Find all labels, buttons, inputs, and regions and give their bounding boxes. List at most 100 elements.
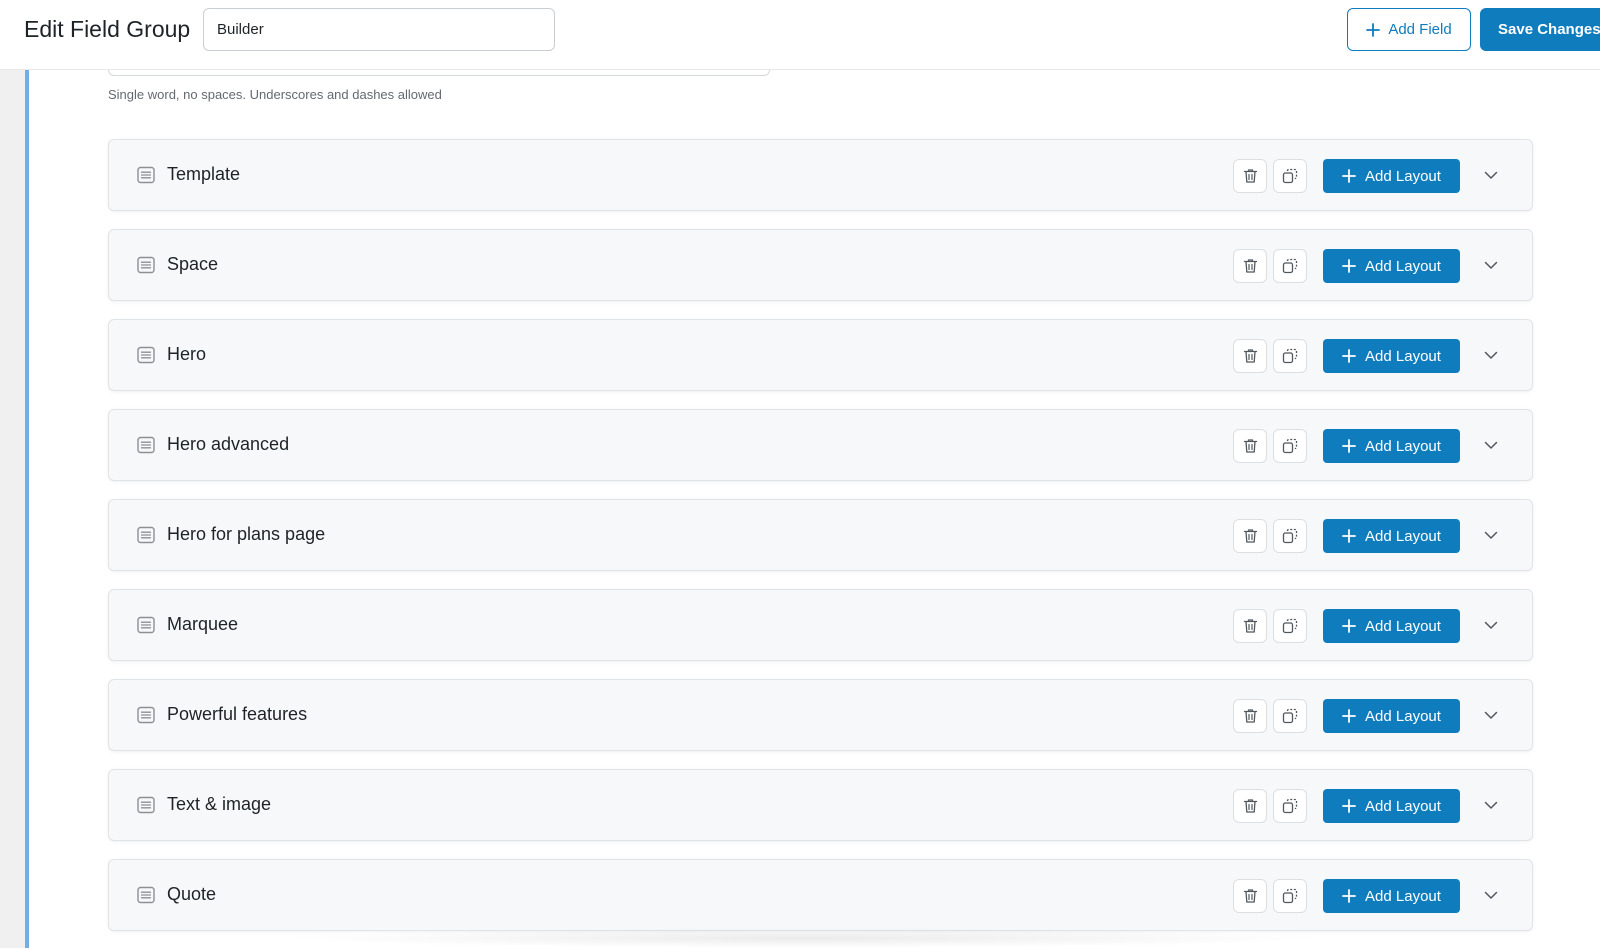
list-icon xyxy=(137,886,155,904)
add-field-label: Add Field xyxy=(1388,21,1452,38)
duplicate-layout-button[interactable] xyxy=(1273,339,1307,373)
plus-icon xyxy=(1342,709,1356,723)
layout-label: Marquee xyxy=(167,614,239,634)
layout-label: Hero advanced xyxy=(167,434,290,454)
chevron-down-icon[interactable] xyxy=(1479,613,1503,637)
delete-layout-button[interactable] xyxy=(1233,879,1267,913)
layout-row: Hero Add Layout xyxy=(108,319,1533,391)
add-layout-label: Add Layout xyxy=(1365,167,1441,185)
layout-label: Quote xyxy=(167,884,217,904)
list-icon xyxy=(137,346,155,364)
delete-layout-button[interactable] xyxy=(1233,339,1267,373)
delete-layout-button[interactable] xyxy=(1233,159,1267,193)
duplicate-layout-button[interactable] xyxy=(1273,159,1307,193)
trash-icon xyxy=(1243,529,1257,543)
duplicate-layout-button[interactable] xyxy=(1273,789,1307,823)
layout-row: Template Add Layout xyxy=(108,139,1533,211)
layout-label: Hero for plans page xyxy=(167,524,326,544)
list-icon xyxy=(137,616,155,634)
duplicate-layout-button[interactable] xyxy=(1273,699,1307,733)
page-title: Edit Field Group xyxy=(24,16,191,42)
add-layout-label: Add Layout xyxy=(1365,887,1441,905)
plus-icon xyxy=(1342,169,1356,183)
duplicate-icon xyxy=(1282,618,1298,634)
plus-icon xyxy=(1342,439,1356,453)
field-name-hint: Single word, no spaces. Underscores and … xyxy=(108,87,442,102)
layout-label: Text & image xyxy=(167,794,272,814)
trash-icon xyxy=(1243,169,1257,183)
add-layout-button[interactable]: Add Layout xyxy=(1323,519,1460,553)
chevron-down-icon[interactable] xyxy=(1479,793,1503,817)
layout-row: Marquee Add Layout xyxy=(108,589,1533,661)
plus-icon xyxy=(1342,889,1356,903)
add-layout-button[interactable]: Add Layout xyxy=(1323,249,1460,283)
add-layout-label: Add Layout xyxy=(1365,707,1441,725)
trash-icon xyxy=(1243,709,1257,723)
add-layout-button[interactable]: Add Layout xyxy=(1323,609,1460,643)
list-icon xyxy=(137,166,155,184)
add-layout-label: Add Layout xyxy=(1365,347,1441,365)
add-layout-label: Add Layout xyxy=(1365,437,1441,455)
list-icon xyxy=(137,796,155,814)
delete-layout-button[interactable] xyxy=(1233,519,1267,553)
chevron-down-icon[interactable] xyxy=(1479,703,1503,727)
duplicate-layout-button[interactable] xyxy=(1273,609,1307,643)
left-gutter xyxy=(0,69,25,948)
trash-icon xyxy=(1243,349,1257,363)
duplicate-layout-button[interactable] xyxy=(1273,249,1307,283)
add-layout-label: Add Layout xyxy=(1365,527,1441,545)
duplicate-icon xyxy=(1282,168,1298,184)
add-field-button[interactable]: Add Field xyxy=(1347,8,1471,51)
plus-icon xyxy=(1342,529,1356,543)
add-layout-button[interactable]: Add Layout xyxy=(1323,789,1460,823)
save-changes-button[interactable]: Save Changes xyxy=(1480,8,1600,51)
chevron-down-icon[interactable] xyxy=(1479,433,1503,457)
field-group-title-input[interactable] xyxy=(203,8,555,51)
delete-layout-button[interactable] xyxy=(1233,429,1267,463)
trash-icon xyxy=(1243,619,1257,633)
layout-label: Template xyxy=(167,164,241,184)
duplicate-icon xyxy=(1282,888,1298,904)
chevron-down-icon[interactable] xyxy=(1479,523,1503,547)
list-icon xyxy=(137,526,155,544)
duplicate-icon xyxy=(1282,258,1298,274)
chevron-down-icon[interactable] xyxy=(1479,883,1503,907)
chevron-down-icon[interactable] xyxy=(1479,343,1503,367)
duplicate-icon xyxy=(1282,798,1298,814)
plus-icon xyxy=(1342,799,1356,813)
add-layout-label: Add Layout xyxy=(1365,797,1441,815)
list-icon xyxy=(137,256,155,274)
add-layout-label: Add Layout xyxy=(1365,617,1441,635)
chevron-down-icon[interactable] xyxy=(1479,253,1503,277)
trash-icon xyxy=(1243,259,1257,273)
duplicate-layout-button[interactable] xyxy=(1273,429,1307,463)
duplicate-icon xyxy=(1282,708,1298,724)
list-icon xyxy=(137,436,155,454)
plus-icon xyxy=(1342,259,1356,273)
trash-icon xyxy=(1243,889,1257,903)
duplicate-layout-button[interactable] xyxy=(1273,519,1307,553)
duplicate-icon xyxy=(1282,528,1298,544)
delete-layout-button[interactable] xyxy=(1233,699,1267,733)
layout-label: Hero xyxy=(167,344,207,364)
duplicate-layout-button[interactable] xyxy=(1273,879,1307,913)
layout-row: Space Add Layout xyxy=(108,229,1533,301)
duplicate-icon xyxy=(1282,438,1298,454)
layout-row: Hero advanced Add Layout xyxy=(108,409,1533,481)
delete-layout-button[interactable] xyxy=(1233,249,1267,283)
duplicate-icon xyxy=(1282,348,1298,364)
plus-icon xyxy=(1342,349,1356,363)
add-layout-button[interactable]: Add Layout xyxy=(1323,339,1460,373)
add-layout-button[interactable]: Add Layout xyxy=(1323,159,1460,193)
chevron-down-icon[interactable] xyxy=(1479,163,1503,187)
trash-icon xyxy=(1243,799,1257,813)
layout-row: Hero for plans page Add Layout xyxy=(108,499,1533,571)
layout-row: Powerful features Add Layout xyxy=(108,679,1533,751)
delete-layout-button[interactable] xyxy=(1233,789,1267,823)
add-layout-button[interactable]: Add Layout xyxy=(1323,879,1460,913)
add-layout-button[interactable]: Add Layout xyxy=(1323,429,1460,463)
plus-icon xyxy=(1342,619,1356,633)
delete-layout-button[interactable] xyxy=(1233,609,1267,643)
add-layout-button[interactable]: Add Layout xyxy=(1323,699,1460,733)
left-accent-bar xyxy=(25,69,29,948)
